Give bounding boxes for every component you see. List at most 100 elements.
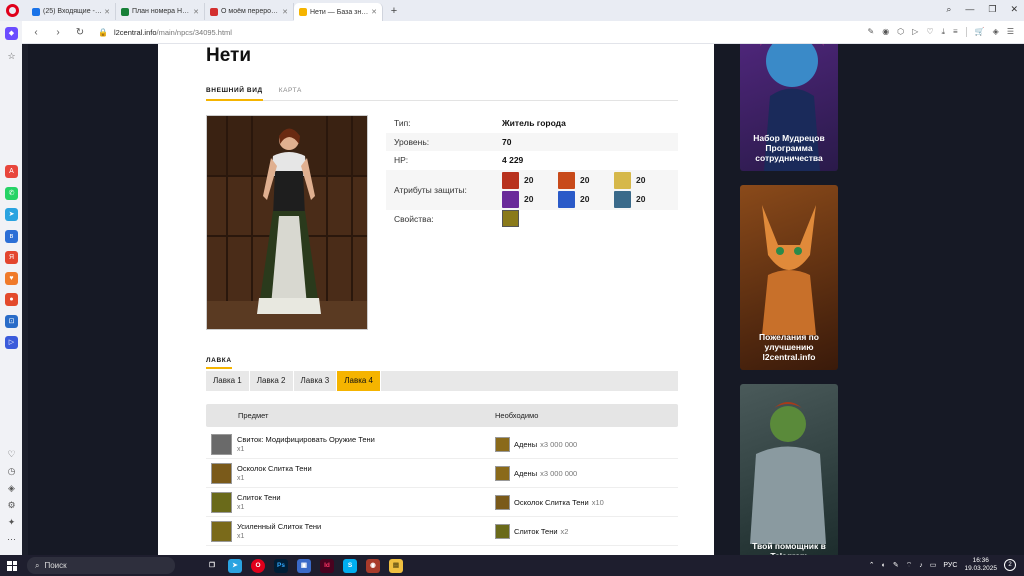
camera-icon[interactable]: ◉ xyxy=(882,27,889,37)
player-app-icon[interactable]: ▷ xyxy=(5,336,18,349)
tool-app-icon[interactable]: ⊡ xyxy=(5,315,18,328)
enhanced-ingot-icon[interactable] xyxy=(211,520,232,542)
close-tab-icon[interactable]: ✕ xyxy=(102,8,110,16)
restore-icon[interactable]: ❐ xyxy=(988,4,996,15)
language-indicator[interactable]: РУС xyxy=(943,562,957,569)
close-tab-icon[interactable]: ✕ xyxy=(191,8,199,16)
heart-icon[interactable]: ♡ xyxy=(926,27,933,37)
tab-map[interactable]: КАРТА xyxy=(279,87,302,101)
download-icon[interactable]: ⤓ xyxy=(941,27,945,37)
aria-icon[interactable]: ◆ xyxy=(5,27,18,40)
shadow-shard-icon[interactable] xyxy=(211,462,232,484)
required-name[interactable]: Адены xyxy=(514,469,537,478)
close-tab-icon[interactable]: ✕ xyxy=(369,8,377,16)
banner-telegram[interactable]: Твой помощник в Telegram xyxy=(740,384,838,555)
cube-sidebar-icon[interactable]: ◈ xyxy=(5,482,18,495)
edit-icon[interactable]: ✎ xyxy=(867,27,874,37)
indesign-icon[interactable]: Id xyxy=(320,558,334,573)
wifi-icon[interactable]: ⌔ xyxy=(906,561,913,570)
photoshop-icon[interactable]: Ps xyxy=(274,558,288,573)
adena-icon[interactable] xyxy=(495,465,510,481)
close-window-icon[interactable]: ✕ xyxy=(1010,4,1018,15)
browser-tab-mail[interactable]: (25) Входящие - Почта M ✕ xyxy=(27,3,116,20)
easy-setup-icon[interactable]: ≡ xyxy=(953,27,958,37)
telegram-icon[interactable]: ➤ xyxy=(5,208,18,221)
game-app-icon[interactable]: ● xyxy=(5,293,18,306)
water-attribute-icon[interactable] xyxy=(558,190,575,208)
favorites-heart-icon[interactable]: ♡ xyxy=(5,448,18,461)
opera-logo-icon[interactable] xyxy=(6,4,19,17)
more-dots-icon[interactable]: ⋯ xyxy=(5,533,18,546)
history-icon[interactable]: ◷ xyxy=(5,465,18,478)
browser-tab-l2central[interactable]: Нети — База знаний Line ✕ xyxy=(294,3,383,21)
new-tab-plus-icon[interactable]: + xyxy=(387,4,401,18)
yandex-icon[interactable]: Я xyxy=(5,251,18,264)
shop-tab-3[interactable]: Лавка 3 xyxy=(294,371,338,391)
notification-badge[interactable]: 2 xyxy=(1004,559,1016,571)
required-name[interactable]: Слиток Тени xyxy=(514,527,558,536)
pen-icon[interactable]: ✎ xyxy=(893,561,899,569)
required-name[interactable]: Адены xyxy=(514,440,537,449)
search-placeholder: Поиск xyxy=(44,561,67,570)
dark-attribute-icon[interactable] xyxy=(502,190,519,208)
forward-arrow-icon[interactable]: › xyxy=(50,27,66,38)
tips-icon[interactable]: ✦ xyxy=(5,516,18,529)
banner-sages-set[interactable]: Набор Мудрецов Программа сотрудничества xyxy=(740,44,838,171)
shop-tab-2[interactable]: Лавка 2 xyxy=(250,371,294,391)
required-name[interactable]: Осколок Слитка Тени xyxy=(514,498,589,507)
scroll-item-icon[interactable] xyxy=(211,433,232,455)
item-name[interactable]: Свиток: Модифицировать Оружие Тени xyxy=(237,434,375,445)
app-store-icon[interactable]: A xyxy=(5,165,18,178)
volume-icon[interactable]: ♪ xyxy=(919,562,923,569)
tray-chevron-icon[interactable]: ⌃ xyxy=(869,561,875,569)
vk-icon[interactable]: в xyxy=(5,230,18,243)
play-icon[interactable]: ▷ xyxy=(912,27,918,37)
fire-attribute-icon[interactable] xyxy=(502,171,519,189)
browser-tab-sheets[interactable]: План номера НОВЫЙ - G ✕ xyxy=(116,3,205,20)
game-taskbar-icon[interactable]: ◉ xyxy=(366,558,380,573)
lock-icon[interactable]: 🔒 xyxy=(98,28,108,37)
opera-taskbar-icon[interactable]: O xyxy=(251,558,265,573)
heart-app-icon[interactable]: ♥ xyxy=(5,272,18,285)
search-tabs-icon[interactable]: ⌕ xyxy=(946,4,951,15)
menu-icon[interactable]: ☰ xyxy=(1007,27,1014,37)
table-row: Слиток Тени x1 Осколок Слитка Тени x10 xyxy=(206,488,678,517)
file-explorer-icon[interactable]: ▤ xyxy=(389,558,403,573)
item-name[interactable]: Усиленный Слиток Тени xyxy=(237,521,321,532)
shadow-ingot-icon[interactable] xyxy=(495,523,510,539)
reload-icon[interactable]: ↻ xyxy=(72,27,88,38)
windows-start-icon[interactable] xyxy=(7,560,17,571)
shadow-shard-icon[interactable] xyxy=(495,494,510,510)
whatsapp-icon[interactable]: ✆ xyxy=(5,187,18,200)
wind-attribute-icon[interactable] xyxy=(614,190,631,208)
property-skill-icon[interactable] xyxy=(502,210,519,228)
shadow-ingot-icon[interactable] xyxy=(211,491,232,513)
task-view-icon[interactable]: ❐ xyxy=(205,559,219,573)
clock[interactable]: 16:36 19.03.2025 xyxy=(964,557,997,573)
settings-gear-icon[interactable]: ⚙ xyxy=(5,499,18,512)
minimize-icon[interactable]: — xyxy=(965,4,974,15)
url-field[interactable]: l2central.info/main/npcs/34095.html xyxy=(114,28,232,37)
item-name[interactable]: Слиток Тени xyxy=(237,492,281,503)
browser-tab-manga[interactable]: О моём перерождении в ✕ xyxy=(205,3,294,20)
cube-icon[interactable]: ◈ xyxy=(993,27,999,37)
holy-attribute-icon[interactable] xyxy=(614,171,631,189)
cart-icon[interactable]: 🛒 xyxy=(975,27,985,37)
skype-icon[interactable]: S xyxy=(343,558,357,573)
save-app-icon[interactable]: ▣ xyxy=(297,558,311,573)
telegram-taskbar-icon[interactable]: ➤ xyxy=(228,558,242,573)
star-icon[interactable]: ☆ xyxy=(5,50,18,63)
tray-app-icon[interactable]: ◐ xyxy=(882,562,886,569)
tab-appearance[interactable]: ВНЕШНИЙ ВИД xyxy=(206,87,263,101)
back-arrow-icon[interactable]: ‹ xyxy=(28,27,44,38)
taskbar-search[interactable]: ⌕ Поиск xyxy=(27,557,175,574)
adena-icon[interactable] xyxy=(495,436,510,452)
battery-icon[interactable]: ▭ xyxy=(930,561,937,569)
item-name[interactable]: Осколок Слитка Тени xyxy=(237,463,312,474)
shop-tab-4[interactable]: Лавка 4 xyxy=(337,371,381,391)
extensions-icon[interactable]: ⬡ xyxy=(897,27,904,37)
close-tab-icon[interactable]: ✕ xyxy=(280,8,288,16)
banner-suggestions[interactable]: Пожелания по улучшению l2central.info xyxy=(740,185,838,370)
shop-tab-1[interactable]: Лавка 1 xyxy=(206,371,250,391)
fire2-attribute-icon[interactable] xyxy=(558,171,575,189)
